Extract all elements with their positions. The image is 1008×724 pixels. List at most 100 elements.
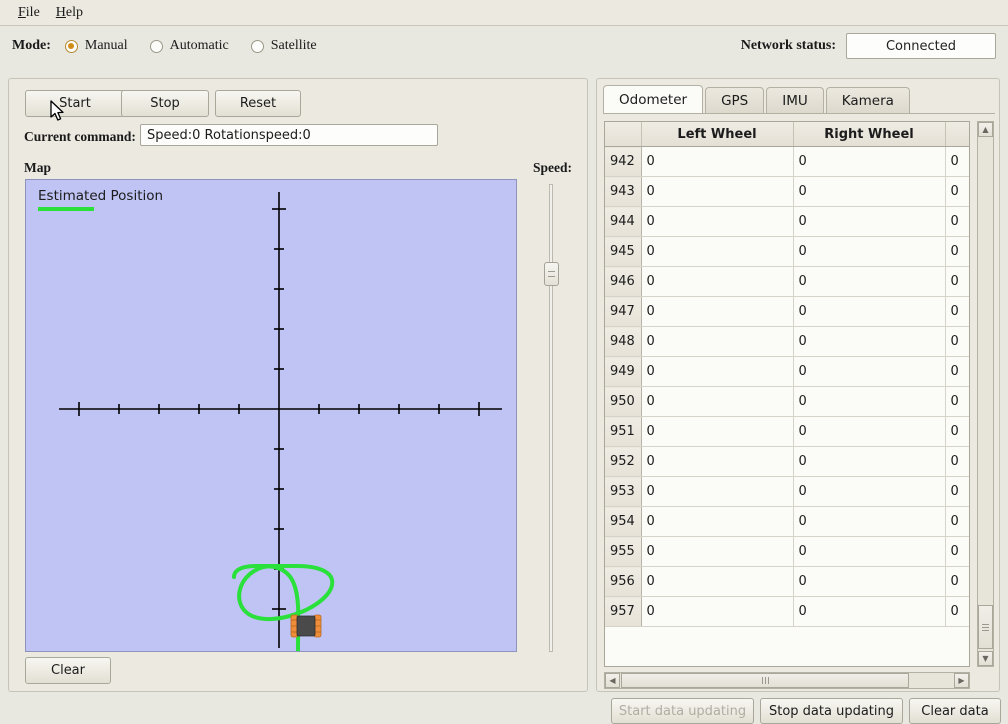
current-command-field[interactable]: Speed:0 Rotationspeed:0: [140, 124, 438, 146]
right-wheel-cell[interactable]: 0: [793, 266, 946, 297]
row-index-cell[interactable]: 952: [605, 446, 642, 477]
radio-option-automatic[interactable]: Automatic: [149, 38, 229, 54]
left-wheel-cell[interactable]: 0: [641, 296, 794, 327]
left-wheel-cell[interactable]: 0: [641, 596, 794, 627]
table-row[interactable]: 944 0 0 0: [605, 206, 969, 237]
left-wheel-cell[interactable]: 0: [641, 506, 794, 537]
right-wheel-cell[interactable]: 0: [793, 386, 946, 417]
row-index-cell[interactable]: 946: [605, 266, 642, 297]
right-wheel-cell[interactable]: 0: [793, 566, 946, 597]
scroll-left-icon[interactable]: ◀: [605, 673, 620, 688]
extra-value-cell[interactable]: 0: [945, 386, 969, 417]
extra-value-cell[interactable]: 0: [945, 176, 969, 207]
right-wheel-cell[interactable]: 0: [793, 506, 946, 537]
row-index-cell[interactable]: 950: [605, 386, 642, 417]
left-wheel-cell[interactable]: 0: [641, 386, 794, 417]
extra-value-cell[interactable]: 0: [945, 416, 969, 447]
row-index-cell[interactable]: 956: [605, 566, 642, 597]
odometer-table-viewport[interactable]: Left Wheel Right Wheel 942 0 0 0 943 0 0 0 944 0 0…: [604, 121, 970, 667]
left-wheel-cell[interactable]: 0: [641, 206, 794, 237]
column-header-extra[interactable]: [945, 122, 969, 147]
extra-value-cell[interactable]: 0: [945, 326, 969, 357]
left-wheel-cell[interactable]: 0: [641, 176, 794, 207]
left-wheel-cell[interactable]: 0: [641, 266, 794, 297]
row-index-cell[interactable]: 943: [605, 176, 642, 207]
left-wheel-cell[interactable]: 0: [641, 236, 794, 267]
left-wheel-cell[interactable]: 0: [641, 566, 794, 597]
left-wheel-cell[interactable]: 0: [641, 536, 794, 567]
column-header-left-wheel[interactable]: Left Wheel: [641, 122, 794, 147]
speed-slider-thumb[interactable]: [544, 262, 559, 286]
clear-map-button[interactable]: Clear: [25, 657, 111, 684]
tab-odometer[interactable]: Odometer: [603, 85, 704, 113]
extra-value-cell[interactable]: 0: [945, 266, 969, 297]
extra-value-cell[interactable]: 0: [945, 356, 969, 387]
scroll-down-icon[interactable]: ▼: [978, 651, 993, 666]
right-wheel-cell[interactable]: 0: [793, 176, 946, 207]
left-wheel-cell[interactable]: 0: [641, 446, 794, 477]
table-row[interactable]: 946 0 0 0: [605, 266, 969, 297]
tab-kamera[interactable]: Kamera: [825, 87, 910, 113]
right-wheel-cell[interactable]: 0: [793, 206, 946, 237]
extra-value-cell[interactable]: 0: [945, 566, 969, 597]
row-index-cell[interactable]: 945: [605, 236, 642, 267]
row-index-cell[interactable]: 957: [605, 596, 642, 627]
radio-option-satellite[interactable]: Satellite: [250, 38, 317, 54]
stop-data-updating-button[interactable]: Stop data updating: [760, 698, 903, 724]
horizontal-scroll-thumb[interactable]: [621, 673, 909, 688]
table-row[interactable]: 942 0 0 0: [605, 146, 969, 177]
left-wheel-cell[interactable]: 0: [641, 476, 794, 507]
row-index-cell[interactable]: 954: [605, 506, 642, 537]
left-wheel-cell[interactable]: 0: [641, 326, 794, 357]
left-wheel-cell[interactable]: 0: [641, 356, 794, 387]
tab-imu[interactable]: IMU: [766, 87, 824, 113]
extra-value-cell[interactable]: 0: [945, 236, 969, 267]
menu-item-file[interactable]: File: [10, 3, 48, 23]
row-index-cell[interactable]: 951: [605, 416, 642, 447]
table-row[interactable]: 951 0 0 0: [605, 416, 969, 447]
scroll-up-icon[interactable]: ▲: [978, 122, 993, 137]
clear-data-button[interactable]: Clear data: [909, 698, 1001, 724]
left-wheel-cell[interactable]: 0: [641, 146, 794, 177]
table-vertical-scrollbar[interactable]: ▲ ▼: [977, 121, 994, 667]
extra-value-cell[interactable]: 0: [945, 596, 969, 627]
extra-value-cell[interactable]: 0: [945, 146, 969, 177]
right-wheel-cell[interactable]: 0: [793, 236, 946, 267]
right-wheel-cell[interactable]: 0: [793, 146, 946, 177]
table-row[interactable]: 955 0 0 0: [605, 536, 969, 567]
row-index-cell[interactable]: 948: [605, 326, 642, 357]
extra-value-cell[interactable]: 0: [945, 296, 969, 327]
extra-value-cell[interactable]: 0: [945, 206, 969, 237]
extra-value-cell[interactable]: 0: [945, 446, 969, 477]
row-index-cell[interactable]: 949: [605, 356, 642, 387]
right-wheel-cell[interactable]: 0: [793, 596, 946, 627]
table-row[interactable]: 957 0 0 0: [605, 596, 969, 627]
table-row[interactable]: 953 0 0 0: [605, 476, 969, 507]
speed-slider-track[interactable]: [549, 184, 553, 652]
right-wheel-cell[interactable]: 0: [793, 296, 946, 327]
start-button[interactable]: Start: [25, 90, 125, 117]
column-header-index[interactable]: [605, 122, 642, 147]
start-data-updating-button[interactable]: Start data updating: [611, 698, 754, 724]
table-row[interactable]: 949 0 0 0: [605, 356, 969, 387]
right-wheel-cell[interactable]: 0: [793, 326, 946, 357]
table-row[interactable]: 943 0 0 0: [605, 176, 969, 207]
right-wheel-cell[interactable]: 0: [793, 446, 946, 477]
right-wheel-cell[interactable]: 0: [793, 416, 946, 447]
radio-option-manual[interactable]: Manual: [64, 38, 128, 54]
vertical-scroll-thumb[interactable]: [978, 605, 993, 649]
table-row[interactable]: 947 0 0 0: [605, 296, 969, 327]
left-wheel-cell[interactable]: 0: [641, 416, 794, 447]
stop-button[interactable]: Stop: [121, 90, 209, 117]
scroll-right-icon[interactable]: ▶: [954, 673, 969, 688]
column-header-right-wheel[interactable]: Right Wheel: [793, 122, 946, 147]
row-index-cell[interactable]: 953: [605, 476, 642, 507]
row-index-cell[interactable]: 942: [605, 146, 642, 177]
table-row[interactable]: 952 0 0 0: [605, 446, 969, 477]
row-index-cell[interactable]: 955: [605, 536, 642, 567]
right-wheel-cell[interactable]: 0: [793, 476, 946, 507]
row-index-cell[interactable]: 944: [605, 206, 642, 237]
speed-slider[interactable]: [543, 184, 559, 652]
right-wheel-cell[interactable]: 0: [793, 356, 946, 387]
table-row[interactable]: 945 0 0 0: [605, 236, 969, 267]
